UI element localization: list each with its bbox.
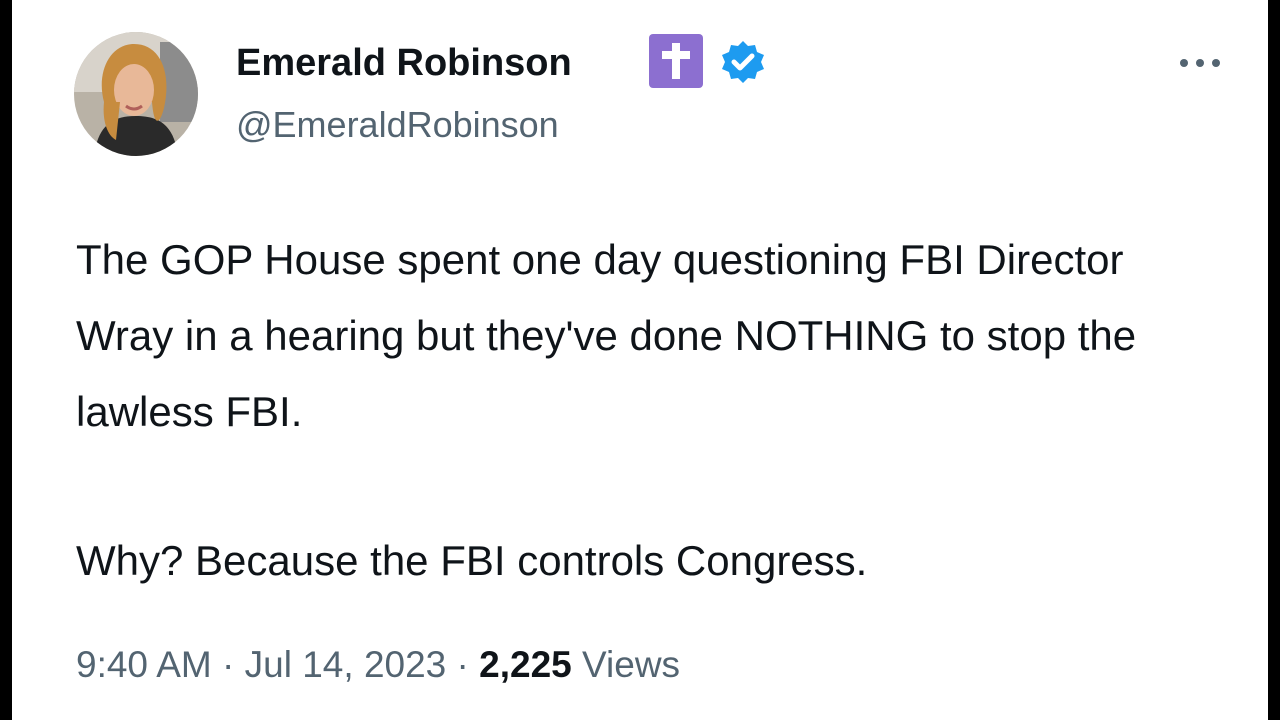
user-handle[interactable]: @EmeraldRobinson [236,103,559,147]
display-name[interactable]: Emerald Robinson [236,40,572,86]
separator: · [456,644,469,685]
separator: · [222,644,235,685]
tweet-paragraph-1: The GOP House spent one day questioning … [76,236,1137,435]
views-label: Views [582,644,681,685]
tweet-text: The GOP House spent one day questioning … [76,222,1226,599]
tweet-paragraph-2: Why? Because the FBI controls Congress. [76,537,868,584]
tweet-card: Emerald Robinson @EmeraldRobinson The GO… [12,0,1268,720]
avatar[interactable] [74,32,198,156]
tweet-metadata: 9:40 AM · Jul 14, 2023 · 2,225 Views [76,640,680,690]
more-options-icon[interactable] [1170,48,1230,78]
avatar-photo [74,32,198,156]
views-count[interactable]: 2,225 [479,644,572,685]
verified-check-icon[interactable] [718,38,768,88]
tweet-date[interactable]: Jul 14, 2023 [245,644,447,685]
latin-cross-icon [649,34,703,88]
tweet-time[interactable]: 9:40 AM [76,644,212,685]
